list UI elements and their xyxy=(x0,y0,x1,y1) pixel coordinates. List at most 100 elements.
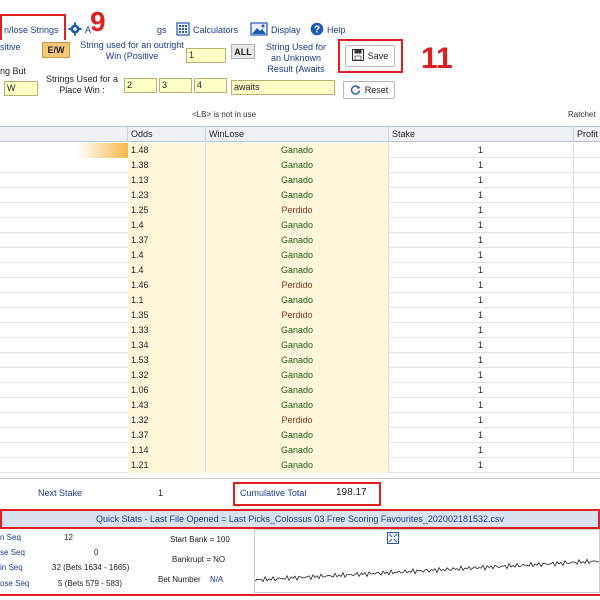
cell-odds[interactable]: 1.34 xyxy=(128,338,206,353)
cell-name[interactable] xyxy=(0,353,128,368)
cell-stake[interactable]: 1 xyxy=(389,293,574,308)
cell-profit[interactable] xyxy=(574,308,600,323)
cell-stake[interactable]: 1 xyxy=(389,458,574,473)
cell-winlose[interactable]: Ganado xyxy=(206,233,389,248)
cell-winlose[interactable]: Ganado xyxy=(206,143,389,158)
cell-odds[interactable]: 1.25 xyxy=(128,203,206,218)
table-row[interactable]: 1.37 Ganado 1 xyxy=(0,428,600,443)
cell-winlose[interactable]: Perdido xyxy=(206,278,389,293)
cell-stake[interactable]: 1 xyxy=(389,353,574,368)
cell-stake[interactable]: 1 xyxy=(389,263,574,278)
cell-odds[interactable]: 1.21 xyxy=(128,458,206,473)
cell-stake[interactable]: 1 xyxy=(389,248,574,263)
cell-odds[interactable]: 1.4 xyxy=(128,218,206,233)
table-row[interactable]: 1.43 Ganado 1 xyxy=(0,398,600,413)
cell-profit[interactable] xyxy=(574,218,600,233)
cell-name[interactable] xyxy=(0,248,128,263)
table-row[interactable]: 1.4 Ganado 1 xyxy=(0,218,600,233)
cell-profit[interactable] xyxy=(574,458,600,473)
cell-winlose[interactable]: Ganado xyxy=(206,218,389,233)
cell-stake[interactable]: 1 xyxy=(389,368,574,383)
cell-name[interactable] xyxy=(0,428,128,443)
cell-name[interactable] xyxy=(0,413,128,428)
cell-stake[interactable]: 1 xyxy=(389,308,574,323)
table-row[interactable]: 1.06 Ganado 1 xyxy=(0,383,600,398)
cell-odds[interactable]: 1.32 xyxy=(128,413,206,428)
cell-stake[interactable]: 1 xyxy=(389,218,574,233)
cell-profit[interactable] xyxy=(574,188,600,203)
cell-stake[interactable]: 1 xyxy=(389,443,574,458)
cell-winlose[interactable]: Ganado xyxy=(206,323,389,338)
header-winlose[interactable]: WinLose xyxy=(206,127,389,142)
cell-winlose[interactable]: Ganado xyxy=(206,338,389,353)
reset-button[interactable]: Reset xyxy=(343,81,395,99)
table-row[interactable]: 1.38 Ganado 1 xyxy=(0,158,600,173)
table-row[interactable]: 1.13 Ganado 1 xyxy=(0,173,600,188)
cell-odds[interactable]: 1.38 xyxy=(128,158,206,173)
cell-winlose[interactable]: Ganado xyxy=(206,383,389,398)
menu-settings[interactable]: A xyxy=(68,22,91,38)
cell-odds[interactable]: 1.4 xyxy=(128,263,206,278)
cell-profit[interactable] xyxy=(574,263,600,278)
cell-profit[interactable] xyxy=(574,368,600,383)
place-string-field-3[interactable]: 4 xyxy=(194,78,227,93)
header-stake[interactable]: Stake xyxy=(389,127,574,142)
cell-profit[interactable] xyxy=(574,353,600,368)
w-string-field[interactable]: W xyxy=(4,81,38,96)
cell-name[interactable] xyxy=(0,368,128,383)
cell-stake[interactable]: 1 xyxy=(389,143,574,158)
cell-profit[interactable] xyxy=(574,338,600,353)
cell-stake[interactable]: 1 xyxy=(389,188,574,203)
menu-help[interactable]: ? Help xyxy=(310,22,346,38)
outright-win-field[interactable]: 1 xyxy=(186,48,226,63)
cell-odds[interactable]: 1.43 xyxy=(128,398,206,413)
cell-stake[interactable]: 1 xyxy=(389,413,574,428)
cell-stake[interactable]: 1 xyxy=(389,428,574,443)
cell-odds[interactable]: 1.48 xyxy=(128,143,206,158)
cell-winlose[interactable]: Ganado xyxy=(206,443,389,458)
table-row[interactable]: 1.4 Ganado 1 xyxy=(0,248,600,263)
cell-odds[interactable]: 1.4 xyxy=(128,248,206,263)
cell-profit[interactable] xyxy=(574,143,600,158)
table-row[interactable]: 1.32 Perdido 1 xyxy=(0,413,600,428)
awaits-string-field[interactable]: awaits xyxy=(231,80,335,95)
cell-name[interactable] xyxy=(0,458,128,473)
cell-stake[interactable]: 1 xyxy=(389,398,574,413)
cell-stake[interactable]: 1 xyxy=(389,278,574,293)
cell-name[interactable] xyxy=(0,278,128,293)
cell-profit[interactable] xyxy=(574,383,600,398)
place-string-field-1[interactable]: 2 xyxy=(124,78,157,93)
cell-stake[interactable]: 1 xyxy=(389,338,574,353)
cell-winlose[interactable]: Perdido xyxy=(206,308,389,323)
cell-odds[interactable]: 1.37 xyxy=(128,233,206,248)
cell-profit[interactable] xyxy=(574,248,600,263)
table-row[interactable]: 1.14 Ganado 1 xyxy=(0,443,600,458)
cell-odds[interactable]: 1.14 xyxy=(128,443,206,458)
table-row[interactable]: 1.25 Perdido 1 xyxy=(0,203,600,218)
cell-name[interactable] xyxy=(0,263,128,278)
table-row[interactable]: 1.48 Ganado 1 xyxy=(0,143,600,158)
header-profit[interactable]: Profit xyxy=(574,127,600,142)
cell-winlose[interactable]: Ganado xyxy=(206,263,389,278)
table-row[interactable]: 1.4 Ganado 1 xyxy=(0,263,600,278)
cell-odds[interactable]: 1.32 xyxy=(128,368,206,383)
table-row[interactable]: 1.32 Ganado 1 xyxy=(0,368,600,383)
cell-odds[interactable]: 1.33 xyxy=(128,323,206,338)
cell-stake[interactable]: 1 xyxy=(389,158,574,173)
cell-stake[interactable]: 1 xyxy=(389,383,574,398)
cell-odds[interactable]: 1.1 xyxy=(128,293,206,308)
cell-winlose[interactable]: Ganado xyxy=(206,188,389,203)
cell-winlose[interactable]: Ganado xyxy=(206,248,389,263)
cell-name[interactable] xyxy=(0,158,128,173)
cell-odds[interactable]: 1.46 xyxy=(128,278,206,293)
cell-winlose[interactable]: Ganado xyxy=(206,428,389,443)
cell-name[interactable] xyxy=(0,323,128,338)
table-row[interactable]: 1.1 Ganado 1 xyxy=(0,293,600,308)
cell-odds[interactable]: 1.13 xyxy=(128,173,206,188)
cell-odds[interactable]: 1.23 xyxy=(128,188,206,203)
cell-name[interactable] xyxy=(0,443,128,458)
cell-winlose[interactable]: Perdido xyxy=(206,203,389,218)
cell-odds[interactable]: 1.37 xyxy=(128,428,206,443)
cell-profit[interactable] xyxy=(574,323,600,338)
cell-odds[interactable]: 1.06 xyxy=(128,383,206,398)
